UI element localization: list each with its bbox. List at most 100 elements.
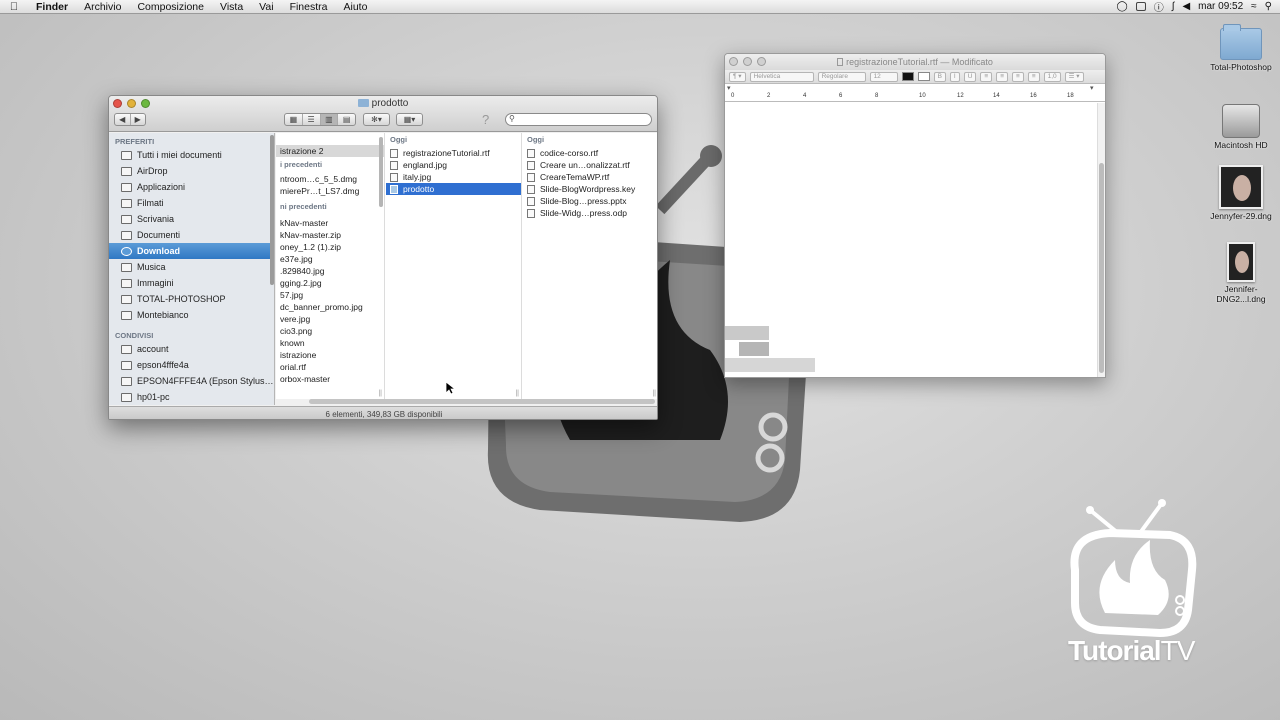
finder-titlebar[interactable]: prodotto ◀ ▶ ▦ ☰ ▥ ▤ ✻▾ ▦▾ ? ⚲ <box>109 96 657 132</box>
menu-vista[interactable]: Vista <box>212 1 251 13</box>
list-item[interactable]: dc_banner_promo.jpg <box>276 301 384 313</box>
font-size-select[interactable]: 12 <box>869 71 898 82</box>
line-spacing-select[interactable]: 1,0 <box>1043 71 1061 82</box>
sidebar-item-applications[interactable]: Applicazioni <box>109 179 274 195</box>
display-icon[interactable] <box>1135 2 1146 11</box>
list-style-select[interactable]: ☰ ▾ <box>1064 71 1084 82</box>
accessibility-icon[interactable]: ⓘ <box>1154 0 1164 14</box>
sidebar-item-hp01[interactable]: hp01-pc <box>109 389 274 405</box>
horizontal-scrollbar[interactable] <box>309 399 655 404</box>
list-item[interactable]: ntroom…c_5_5.dmg <box>276 173 384 185</box>
list-item[interactable]: vere.jpg <box>276 313 384 325</box>
list-view-button[interactable]: ☰ <box>303 114 321 125</box>
font-style-select[interactable]: Regolare <box>817 71 866 82</box>
menu-aiuto[interactable]: Aiuto <box>336 1 376 13</box>
list-item[interactable]: 57.jpg <box>276 289 384 301</box>
list-item[interactable]: italy.jpg <box>386 171 521 183</box>
sidebar-item-pictures[interactable]: Immagini <box>109 275 274 291</box>
text-editor-area[interactable] <box>725 103 1099 377</box>
underline-button[interactable]: U <box>963 71 977 82</box>
list-item[interactable]: registrazioneTutorial.rtf <box>386 147 521 159</box>
textedit-titlebar[interactable]: registrazioneTutorial.rtf — Modificato <box>725 54 1105 70</box>
sidebar-item-account[interactable]: account <box>109 341 274 357</box>
list-item[interactable]: known <box>276 337 384 349</box>
list-item[interactable]: oney_1.2 (1).zip <box>276 241 384 253</box>
back-button[interactable]: ◀ <box>115 114 131 125</box>
column-resize-handle[interactable]: || <box>652 390 656 397</box>
column-scrollbar[interactable] <box>379 137 383 207</box>
menu-finder[interactable]: Finder <box>28 1 76 13</box>
list-item[interactable]: e37e.jpg <box>276 253 384 265</box>
bluetooth-icon[interactable]: ∫ <box>1172 1 1175 12</box>
menu-clock[interactable]: mar 09:52 <box>1198 1 1243 12</box>
list-item[interactable]: orbox-master <box>276 373 384 385</box>
menu-archivio[interactable]: Archivio <box>76 1 129 13</box>
icon-view-button[interactable]: ▦ <box>285 114 303 125</box>
scroll-thumb[interactable] <box>1099 163 1104 373</box>
list-item[interactable]: Slide-BlogWordpress.key <box>523 183 657 195</box>
menu-vai[interactable]: Vai <box>251 1 281 13</box>
list-item[interactable]: kNav-master <box>276 217 384 229</box>
search-field[interactable] <box>505 113 652 126</box>
list-item[interactable]: england.jpg <box>386 159 521 171</box>
background-color-swatch[interactable] <box>917 72 930 81</box>
list-item[interactable]: CreareTemaWP.rtf <box>523 171 657 183</box>
sidebar-item-music[interactable]: Musica <box>109 259 274 275</box>
sidebar-scrollbar[interactable] <box>270 135 274 285</box>
column-resize-handle[interactable]: || <box>378 390 382 397</box>
list-item[interactable]: gging.2.jpg <box>276 277 384 289</box>
list-item[interactable]: codice-corso.rtf <box>523 147 657 159</box>
left-margin-marker[interactable]: ▾ <box>727 84 731 92</box>
coverflow-view-button[interactable]: ▤ <box>338 114 355 125</box>
align-right-button[interactable]: ≡ <box>1012 71 1024 82</box>
volume-icon[interactable]: ◀ <box>1182 1 1190 12</box>
apple-menu-icon[interactable]:  <box>0 1 28 13</box>
list-item[interactable]: kNav-master.zip <box>276 229 384 241</box>
sidebar-item-download[interactable]: Download <box>109 243 274 259</box>
desktop-drive-macintosh-hd[interactable]: Macintosh HD <box>1206 104 1276 150</box>
sidebar-item-epson-lower[interactable]: epson4fffe4a <box>109 357 274 373</box>
menu-composizione[interactable]: Composizione <box>129 1 212 13</box>
right-margin-marker[interactable]: ▾ <box>1090 84 1094 92</box>
list-item[interactable]: orial.rtf <box>276 361 384 373</box>
sidebar-item-airdrop[interactable]: AirDrop <box>109 163 274 179</box>
vertical-scrollbar[interactable] <box>1097 103 1105 377</box>
list-item[interactable]: .829840.jpg <box>276 265 384 277</box>
spotlight-search-icon[interactable]: ⚲ <box>1265 1 1272 12</box>
italic-button[interactable]: I <box>949 71 960 82</box>
minimize-button[interactable] <box>743 57 752 66</box>
sidebar-item-total-photoshop[interactable]: TOTAL-PHOTOSHOP <box>109 291 274 307</box>
menu-finestra[interactable]: Finestra <box>282 1 336 13</box>
sidebar-item-montebianco[interactable]: Montebianco <box>109 307 274 323</box>
desktop-file-jennyfer-29[interactable]: Jennyfer-29.dng <box>1206 165 1276 221</box>
desktop-file-jennifer-dng2[interactable]: Jennifer-DNG2...l.dng <box>1206 242 1276 304</box>
align-center-button[interactable]: ≡ <box>996 71 1009 82</box>
paragraph-style-menu[interactable]: ¶ ▾ <box>729 71 746 82</box>
font-family-select[interactable]: Helvetica <box>749 71 814 82</box>
sidebar-item-movies[interactable]: Filmati <box>109 195 274 211</box>
column-resize-handle[interactable]: || <box>515 390 519 397</box>
time-machine-icon[interactable]: ◯ <box>1116 1 1127 12</box>
text-color-swatch[interactable] <box>901 72 914 81</box>
list-item[interactable]: istrazione <box>276 349 384 361</box>
bold-button[interactable]: B <box>933 71 946 82</box>
list-item[interactable]: istrazione 2 <box>276 145 384 157</box>
ruler[interactable]: 0 2 4 6 8 10 12 14 16 18 ▾ ▾ <box>725 84 1105 102</box>
align-left-button[interactable]: ≡ <box>980 71 993 82</box>
list-item[interactable]: mierePr…t_LS7.dmg <box>276 185 384 197</box>
justify-button[interactable]: ≡ <box>1027 71 1040 82</box>
sidebar-item-epson-upper[interactable]: EPSON4FFFE4A (Epson Stylus… <box>109 373 274 389</box>
column-view-button[interactable]: ▥ <box>320 114 339 125</box>
desktop-folder-total-photoshop[interactable]: Total-Photoshop <box>1206 24 1276 72</box>
help-icon[interactable]: ? <box>482 112 489 127</box>
list-item[interactable]: Slide-Blog…press.pptx <box>523 195 657 207</box>
close-button[interactable] <box>729 57 738 66</box>
list-item[interactable]: Slide-Widg…press.odp <box>523 207 657 219</box>
arrange-menu-button[interactable]: ▦▾ <box>396 113 423 126</box>
list-item[interactable]: Creare un…onalizzat.rtf <box>523 159 657 171</box>
wifi-icon[interactable]: ≈ <box>1251 1 1257 12</box>
sidebar-item-desktop[interactable]: Scrivania <box>109 211 274 227</box>
list-item[interactable]: prodotto <box>386 183 521 195</box>
sidebar-item-documents[interactable]: Documenti <box>109 227 274 243</box>
forward-button[interactable]: ▶ <box>131 114 146 125</box>
